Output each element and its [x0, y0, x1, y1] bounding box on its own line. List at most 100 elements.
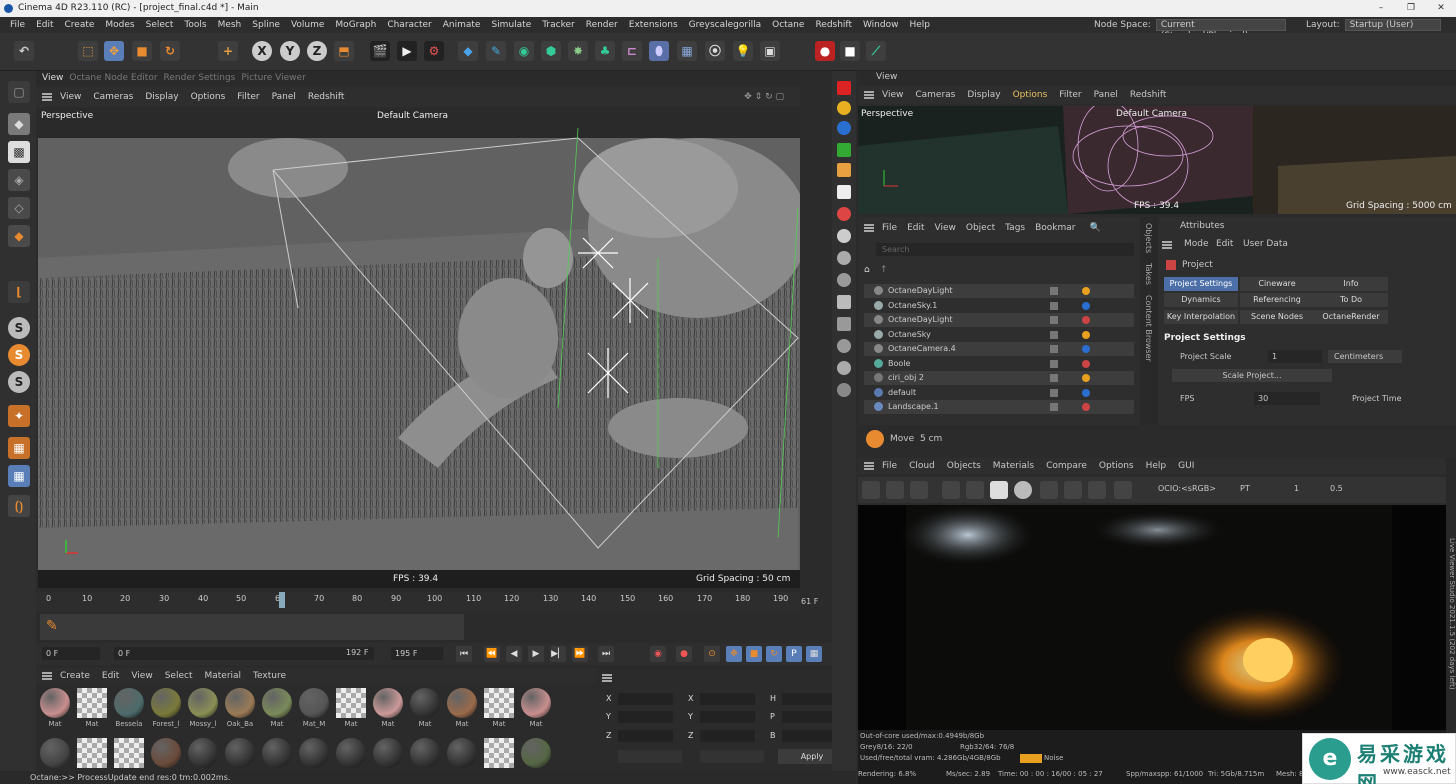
- tab-info[interactable]: Info: [1314, 277, 1388, 291]
- ov-pin-icon[interactable]: [1114, 481, 1132, 499]
- side-tab-objects[interactable]: Objects: [1144, 223, 1153, 253]
- object-visibility-icon[interactable]: [1082, 359, 1090, 368]
- material-swatch[interactable]: Mossy_l: [186, 688, 220, 734]
- scale-project-button[interactable]: Scale Project...: [1172, 369, 1332, 382]
- workplane-icon[interactable]: ▦: [8, 465, 30, 487]
- camera-icon[interactable]: ⦿: [705, 41, 725, 61]
- pos-x-input[interactable]: [618, 693, 673, 705]
- side-tab-takes[interactable]: Takes: [1144, 263, 1153, 285]
- key-position-icon[interactable]: ✥: [726, 646, 742, 662]
- material-swatch[interactable]: Mat: [38, 688, 72, 734]
- main-viewport[interactable]: Perspective Default Camera FPS : 39.4 Gr…: [38, 108, 800, 588]
- octane-render-output[interactable]: [858, 505, 1446, 730]
- tab-dynamics[interactable]: Dynamics: [1164, 293, 1238, 307]
- obj-menu-tags[interactable]: Tags: [1005, 223, 1025, 233]
- render-view-icon[interactable]: 🎬: [370, 41, 390, 61]
- object-visibility-icon[interactable]: [1082, 330, 1090, 339]
- obj-menu-bookmarks[interactable]: Bookmar: [1035, 223, 1075, 233]
- object-tags-icon[interactable]: [1050, 287, 1058, 295]
- value-field[interactable]: 0.5: [1330, 484, 1356, 493]
- kernel-dropdown[interactable]: PT: [1240, 484, 1282, 497]
- start-frame-field[interactable]: 0 F: [42, 647, 100, 660]
- coordinate-system-icon[interactable]: ⬒: [334, 41, 354, 61]
- menu-mograph[interactable]: MoGraph: [335, 20, 376, 30]
- material-swatch[interactable]: Mat: [371, 688, 405, 734]
- octane-sphere-icon[interactable]: [837, 251, 851, 265]
- project-scale-input[interactable]: 1: [1268, 350, 1322, 363]
- lock-icon[interactable]: ⟮⟯: [8, 495, 30, 517]
- floor-icon[interactable]: ▦: [677, 41, 697, 61]
- menu-extensions[interactable]: Extensions: [629, 20, 678, 30]
- menu-modes[interactable]: Modes: [105, 20, 134, 30]
- object-visibility-icon[interactable]: [1082, 388, 1090, 397]
- menu-volume[interactable]: Volume: [291, 20, 324, 30]
- tab-to-do[interactable]: To Do: [1314, 293, 1388, 307]
- max-frame-field[interactable]: 195 F: [391, 647, 443, 660]
- menu-tools[interactable]: Tools: [184, 20, 206, 30]
- mat-menu-view[interactable]: View: [131, 671, 152, 681]
- octane-sun-icon[interactable]: [837, 101, 851, 115]
- stop-icon[interactable]: ■: [840, 41, 860, 61]
- material-swatch[interactable]: Mat_M: [297, 688, 331, 734]
- key-rotation-icon[interactable]: ↻: [766, 646, 782, 662]
- octane-toon-icon[interactable]: [837, 361, 851, 375]
- menu-file[interactable]: File: [10, 20, 25, 30]
- tab-cineware[interactable]: Cineware: [1240, 277, 1314, 291]
- rot-b-input[interactable]: [782, 730, 837, 742]
- ov-menu-compare[interactable]: Compare: [1046, 461, 1087, 471]
- rv-menu-cameras[interactable]: Cameras: [915, 90, 955, 100]
- menu-window[interactable]: Window: [863, 20, 899, 30]
- tab-view[interactable]: View: [42, 73, 63, 83]
- mat-menu-edit[interactable]: Edit: [102, 671, 119, 681]
- ov-menu-help[interactable]: Help: [1146, 461, 1167, 471]
- axis-x-button[interactable]: X: [252, 41, 272, 61]
- object-row[interactable]: OctaneDayLight: [864, 313, 1134, 327]
- attr-menu-mode[interactable]: Mode: [1184, 239, 1209, 249]
- menu-tracker[interactable]: Tracker: [542, 20, 574, 30]
- make-editable-icon[interactable]: ◆: [8, 113, 30, 135]
- obj-menu-view[interactable]: View: [935, 223, 956, 233]
- menu-help[interactable]: Help: [909, 20, 930, 30]
- object-tags-icon[interactable]: [1050, 374, 1058, 382]
- menu-edit[interactable]: Edit: [36, 20, 53, 30]
- octane-add-icon[interactable]: [837, 295, 851, 309]
- record-keys-icon[interactable]: ◉: [650, 646, 666, 662]
- rv-menu-filter[interactable]: Filter: [1059, 90, 1081, 100]
- ov-gear-icon[interactable]: [966, 481, 984, 499]
- rv-menu-panel[interactable]: Panel: [1094, 90, 1118, 100]
- play-icon[interactable]: ▶: [528, 646, 544, 662]
- object-row[interactable]: Landscape.1: [864, 400, 1134, 414]
- rv-camera-label[interactable]: Default Camera: [1116, 109, 1187, 119]
- obj-up-icon[interactable]: ↑: [880, 265, 888, 275]
- vp-menu-redshift[interactable]: Redshift: [308, 92, 345, 102]
- vp-menu-options[interactable]: Options: [191, 92, 226, 102]
- ov-lock-icon[interactable]: [990, 481, 1008, 499]
- obj-hamburger-icon[interactable]: [864, 224, 874, 232]
- render-picture-viewer-icon[interactable]: ▶: [397, 41, 417, 61]
- object-row[interactable]: ciri_obj 2: [864, 371, 1134, 385]
- vp-menu-display[interactable]: Display: [145, 92, 178, 102]
- scene-icon[interactable]: ▣: [760, 41, 780, 61]
- s1-button[interactable]: S: [8, 317, 30, 339]
- octane-volume-icon[interactable]: [837, 339, 851, 353]
- light-icon[interactable]: 💡: [733, 41, 753, 61]
- s2-button[interactable]: S: [8, 344, 30, 366]
- attr-menu-user-data[interactable]: User Data: [1243, 239, 1288, 249]
- goto-start-icon[interactable]: ⏮: [456, 646, 472, 662]
- goto-end-icon[interactable]: ⏭: [598, 646, 614, 662]
- coord-size-dropdown[interactable]: [700, 750, 764, 763]
- material-swatch[interactable]: Mat: [408, 688, 442, 734]
- octane-record-icon[interactable]: ●: [815, 41, 835, 61]
- maximize-icon[interactable]: ❐: [1396, 0, 1426, 17]
- next-frame-icon[interactable]: ▶▏: [550, 646, 566, 662]
- motion-record-icon[interactable]: ⊙: [704, 646, 720, 662]
- obj-menu-file[interactable]: File: [882, 223, 897, 233]
- prev-key-icon[interactable]: ⏪: [484, 646, 500, 662]
- object-tags-icon[interactable]: [1050, 330, 1058, 339]
- prev-frame-icon[interactable]: ◀: [506, 646, 522, 662]
- menu-animate[interactable]: Animate: [443, 20, 481, 30]
- size-y-input[interactable]: [700, 711, 755, 723]
- tag-icon[interactable]: ⬮: [649, 41, 669, 61]
- vp-menu-filter[interactable]: Filter: [237, 92, 259, 102]
- ov-menu-file[interactable]: File: [882, 461, 897, 471]
